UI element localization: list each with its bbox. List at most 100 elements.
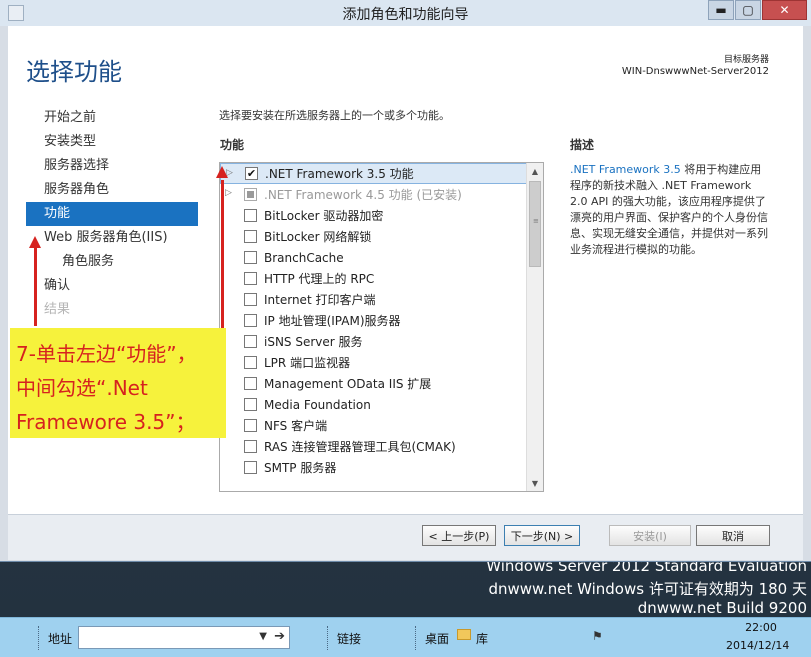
description-link[interactable]: .NET Framework 3.5 — [570, 163, 681, 176]
feature-label: NFS 客户端 — [264, 419, 328, 433]
feature-item-net35[interactable]: ▷ ✔ .NET Framework 3.5 功能 — [220, 163, 543, 184]
go-arrow-icon[interactable]: ➔ — [274, 629, 285, 644]
address-input[interactable]: ▼ ➔ — [78, 626, 290, 649]
feature-label: .NET Framework 3.5 功能 — [265, 167, 414, 181]
feature-label: BranchCache — [264, 250, 344, 265]
checkbox[interactable] — [244, 398, 257, 411]
feature-label: IP 地址管理(IPAM)服务器 — [264, 314, 401, 328]
feature-item[interactable]: BitLocker 网络解锁 — [220, 226, 543, 247]
page-title: 选择功能 — [26, 58, 122, 86]
links-toolbar[interactable]: 链接 — [337, 630, 361, 647]
checkbox[interactable] — [244, 209, 257, 222]
feature-label: BitLocker 网络解锁 — [264, 230, 372, 244]
feature-label: LPR 端口监视器 — [264, 356, 351, 370]
toolbar-grip[interactable] — [38, 626, 41, 650]
features-scrollbar[interactable]: ▲ ≡ ▼ — [526, 163, 543, 491]
action-center-flag-icon[interactable]: ⚑ — [592, 629, 603, 643]
checkbox[interactable] — [244, 230, 257, 243]
feature-item[interactable]: BranchCache — [220, 247, 543, 268]
annotation-arrow-left — [29, 236, 41, 326]
feature-label: RAS 连接管理器管理工具包(CMAK) — [264, 440, 456, 454]
nav-item-installation-type[interactable]: 安装类型 — [26, 130, 198, 154]
cancel-button[interactable]: 取消 — [696, 525, 770, 546]
annotation-line-2: 中间勾选“.Net — [16, 376, 148, 400]
feature-item[interactable]: RAS 连接管理器管理工具包(CMAK) — [220, 436, 543, 457]
feature-item[interactable]: LPR 端口监视器 — [220, 352, 543, 373]
address-label: 地址 — [48, 632, 73, 646]
checkbox[interactable] — [244, 314, 257, 327]
clock-time[interactable]: 22:00 — [731, 621, 791, 634]
toolbar-grip[interactable] — [415, 626, 418, 650]
feature-item[interactable]: iSNS Server 服务 — [220, 331, 543, 352]
close-button[interactable]: ✕ — [762, 0, 807, 20]
expand-arrow-icon[interactable]: ▷ — [225, 188, 232, 198]
feature-label: HTTP 代理上的 RPC — [264, 272, 375, 286]
wizard-window: 添加角色和功能向导 ▬ ▢ ✕ 选择功能 目标服务器 WIN-DnswwwNet… — [0, 0, 811, 562]
nav-item-role-services[interactable]: 角色服务 — [26, 250, 198, 274]
checkbox[interactable] — [244, 251, 257, 264]
description-body: 将用于构建应用程序的新技术融入 .NET Framework 2.0 API 的… — [570, 163, 768, 256]
next-button[interactable]: 下一步(N) > — [504, 525, 580, 546]
library-link[interactable]: 库 — [476, 630, 488, 647]
minimize-button[interactable]: ▬ — [708, 0, 734, 20]
checkbox[interactable] — [244, 293, 257, 306]
annotation-line-1: 7-单击左边“功能”， — [16, 342, 197, 366]
feature-item[interactable]: NFS 客户端 — [220, 415, 543, 436]
feature-item[interactable]: Media Foundation — [220, 394, 543, 415]
scroll-down-arrow-icon[interactable]: ▼ — [527, 475, 543, 491]
checkbox[interactable] — [244, 461, 257, 474]
feature-item[interactable]: Management OData IIS 扩展 — [220, 373, 543, 394]
nav-item-server-selection[interactable]: 服务器选择 — [26, 154, 198, 178]
checkbox[interactable] — [244, 377, 257, 390]
library-folder-icon[interactable] — [457, 629, 471, 640]
scroll-thumb[interactable]: ≡ — [529, 181, 541, 267]
annotation-arrow-right — [216, 166, 228, 330]
watermark-line-2: dnwww.net Windows 许可证有效期为 180 天 — [488, 580, 807, 598]
wizard-footer: < 上一步(P) 下一步(N) > 安装(I) 取消 — [8, 514, 803, 560]
scroll-up-arrow-icon[interactable]: ▲ — [527, 163, 543, 179]
feature-item-net45[interactable]: ▷ .NET Framework 4.5 功能 (已安装) — [220, 184, 543, 205]
scroll-grip-icon: ≡ — [533, 217, 539, 225]
nav-item-features[interactable]: 功能 — [26, 202, 198, 226]
description-text: .NET Framework 3.5 将用于构建应用程序的新技术融入 .NET … — [570, 162, 770, 258]
feature-item[interactable]: HTTP 代理上的 RPC — [220, 268, 543, 289]
previous-button[interactable]: < 上一步(P) — [422, 525, 496, 546]
checkbox[interactable] — [244, 356, 257, 369]
nav-item-results: 结果 — [44, 302, 71, 317]
checkbox[interactable] — [244, 440, 257, 453]
annotation-note: 7-单击左边“功能”， 中间勾选“.Net Framewore 3.5”； — [10, 328, 226, 438]
feature-item[interactable]: Internet 打印客户端 — [220, 289, 543, 310]
watermark-line-3: dnwww.net Build 9200 — [637, 599, 807, 617]
maximize-button[interactable]: ▢ — [735, 0, 761, 20]
checkbox[interactable] — [244, 335, 257, 348]
feature-label: Media Foundation — [264, 397, 371, 412]
nav-item-web-server-role[interactable]: Web 服务器角色(IIS) — [26, 226, 198, 250]
window-controls: ▬ ▢ ✕ — [707, 0, 807, 20]
wizard-content: 选择功能 目标服务器 WIN-DnswwwNet-Server2012 开始之前… — [8, 26, 803, 514]
title-bar[interactable]: 添加角色和功能向导 ▬ ▢ ✕ — [0, 0, 811, 26]
nav-item-confirmation[interactable]: 确认 — [26, 274, 198, 298]
feature-item[interactable]: SMTP 服务器 — [220, 457, 543, 478]
description-heading: 描述 — [570, 138, 595, 152]
feature-item[interactable]: BitLocker 驱动器加密 — [220, 205, 543, 226]
feature-label: SMTP 服务器 — [264, 461, 337, 475]
window-title: 添加角色和功能向导 — [342, 7, 469, 23]
checkbox[interactable] — [244, 272, 257, 285]
feature-label: Management OData IIS 扩展 — [264, 377, 432, 391]
feature-label: .NET Framework 4.5 功能 (已安装) — [264, 188, 462, 202]
nav-item-server-roles[interactable]: 服务器角色 — [26, 178, 198, 202]
checkbox[interactable] — [244, 419, 257, 432]
target-server-name: WIN-DnswwwNet-Server2012 — [621, 66, 769, 77]
dropdown-arrow-icon[interactable]: ▼ — [259, 631, 267, 642]
checkbox-net35[interactable]: ✔ — [245, 167, 258, 180]
toolbar-grip[interactable] — [327, 626, 330, 650]
clock-date[interactable]: 2014/12/14 — [726, 639, 789, 652]
wizard-nav: 开始之前 安装类型 服务器选择 服务器角色 功能 Web 服务器角色(IIS) … — [26, 106, 198, 322]
target-server-label: 目标服务器 — [723, 55, 769, 65]
features-list[interactable]: ▷ ✔ .NET Framework 3.5 功能 ▷ .NET Framewo… — [219, 162, 544, 492]
feature-item[interactable]: IP 地址管理(IPAM)服务器 — [220, 310, 543, 331]
instruction-text: 选择要安装在所选服务器上的一个或多个功能。 — [219, 109, 450, 122]
nav-item-before-you-begin[interactable]: 开始之前 — [26, 106, 198, 130]
feature-label: Internet 打印客户端 — [264, 293, 376, 307]
desktop-toolbar[interactable]: 桌面 — [425, 630, 449, 647]
